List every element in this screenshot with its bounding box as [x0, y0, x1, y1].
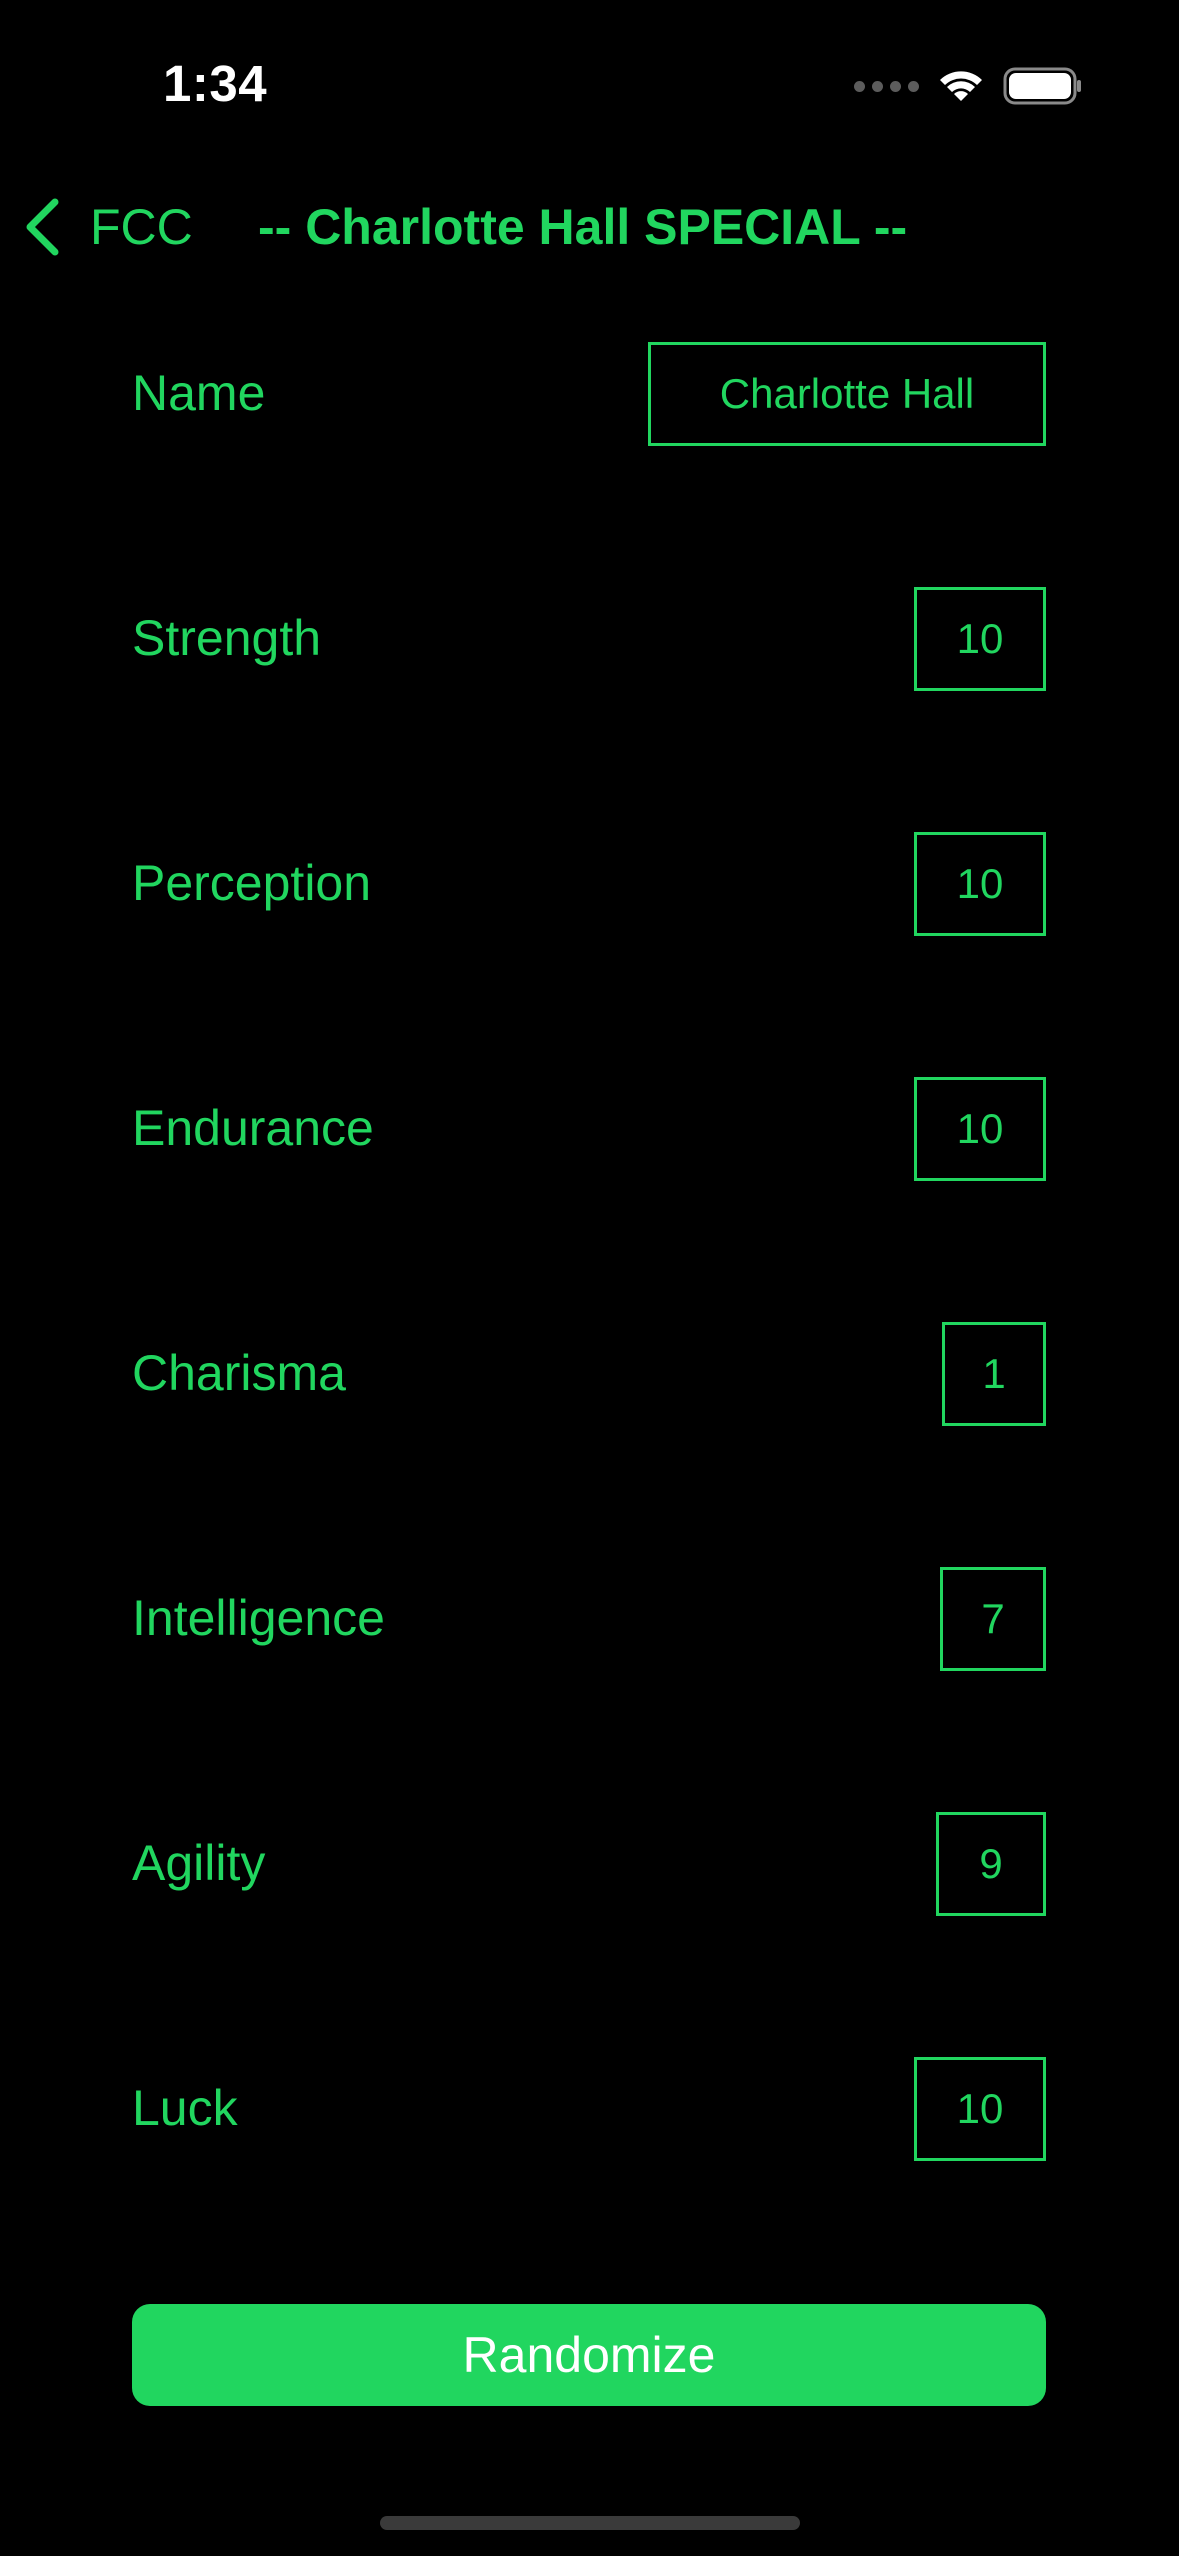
back-button-label: FCC	[90, 199, 193, 255]
luck-label: Luck	[132, 2080, 238, 2136]
strength-field[interactable]: 10	[914, 587, 1046, 691]
strength-row: Strength 10	[132, 587, 1046, 691]
back-button[interactable]: FCC	[22, 196, 193, 258]
perception-field[interactable]: 10	[914, 832, 1046, 936]
name-label: Name	[132, 365, 266, 421]
charisma-field[interactable]: 1	[942, 1322, 1046, 1426]
randomize-button[interactable]: Randomize	[132, 2304, 1046, 2406]
status-icons	[854, 66, 1083, 106]
cellular-signal-icon	[854, 80, 919, 92]
endurance-row: Endurance 10	[132, 1077, 1046, 1181]
endurance-field[interactable]: 10	[914, 1077, 1046, 1181]
agility-field[interactable]: 9	[936, 1812, 1046, 1916]
page-title: -- Charlotte Hall SPECIAL --	[258, 199, 908, 255]
perception-label: Perception	[132, 855, 372, 911]
strength-label: Strength	[132, 610, 322, 666]
charisma-row: Charisma 1	[132, 1322, 1046, 1426]
intelligence-field[interactable]: 7	[940, 1567, 1046, 1671]
charisma-label: Charisma	[132, 1345, 346, 1401]
name-row: Name Charlotte Hall	[132, 342, 1046, 446]
perception-row: Perception 10	[132, 832, 1046, 936]
home-indicator	[380, 2516, 800, 2530]
battery-icon	[1003, 67, 1081, 105]
agility-label: Agility	[132, 1835, 266, 1891]
luck-row: Luck 10	[132, 2057, 1046, 2161]
intelligence-row: Intelligence 7	[132, 1567, 1046, 1671]
status-time: 1:34	[163, 55, 268, 112]
luck-field[interactable]: 10	[914, 2057, 1046, 2161]
name-field[interactable]: Charlotte Hall	[648, 342, 1046, 446]
endurance-label: Endurance	[132, 1100, 374, 1156]
wifi-icon	[940, 71, 982, 101]
agility-row: Agility 9	[132, 1812, 1046, 1916]
intelligence-label: Intelligence	[132, 1590, 385, 1646]
chevron-left-icon	[26, 198, 59, 256]
